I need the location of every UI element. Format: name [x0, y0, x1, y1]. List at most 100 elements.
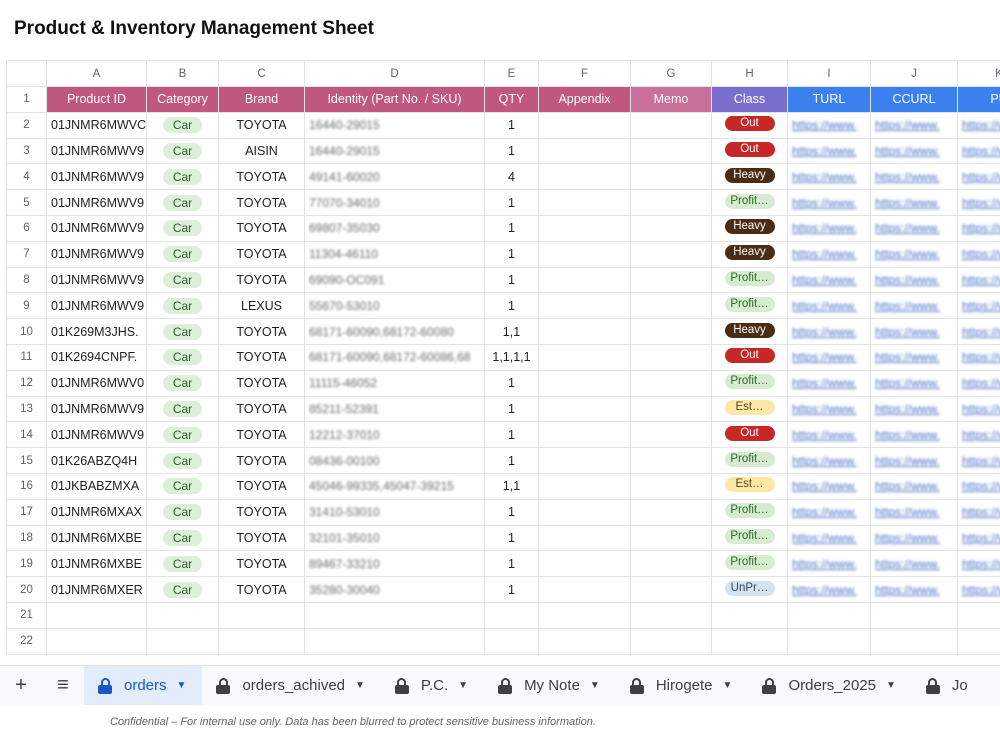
- category-cell[interactable]: Car: [146, 111, 219, 139]
- header-identity[interactable]: Identity (Part No. / SKU): [304, 86, 485, 113]
- row-number[interactable]: 5: [6, 189, 47, 216]
- table-row[interactable]: 8 01JNMR6MWV9 Car TOYOTA 69090-OC091 1 Profit……: [6, 266, 1000, 294]
- empty-cell[interactable]: [711, 601, 788, 629]
- category-cell[interactable]: Car: [146, 498, 219, 526]
- sku-cell[interactable]: 12212-37010: [304, 421, 485, 449]
- caret-down-icon[interactable]: ▼: [590, 680, 600, 691]
- empty-cell[interactable]: [146, 601, 219, 629]
- empty-cell[interactable]: [787, 601, 871, 629]
- memo-cell[interactable]: [630, 318, 712, 345]
- row-number[interactable]: 19: [6, 550, 47, 578]
- memo-cell[interactable]: [630, 111, 712, 139]
- purl-cell[interactable]: https://www.: [957, 240, 1000, 268]
- appendix-cell[interactable]: [538, 421, 631, 449]
- column-letter[interactable]: I: [787, 60, 871, 87]
- empty-cell[interactable]: [218, 601, 305, 629]
- qty-cell[interactable]: 1: [484, 524, 539, 552]
- product-id-cell[interactable]: 01JNMR6MWV9: [46, 292, 147, 320]
- ccurl-cell[interactable]: https://www.: [870, 163, 958, 191]
- row-number[interactable]: 8: [6, 266, 47, 294]
- qty-cell[interactable]: 1: [484, 189, 539, 216]
- product-id-cell[interactable]: 01JNMR6MWV9: [46, 189, 147, 216]
- category-cell[interactable]: Car: [146, 343, 219, 371]
- product-id-cell[interactable]: 01JNMR6MWV9: [46, 137, 147, 165]
- caret-down-icon[interactable]: ▼: [355, 680, 365, 691]
- empty-cell[interactable]: [484, 601, 539, 629]
- row-number[interactable]: 15: [6, 447, 47, 474]
- brand-cell[interactable]: LEXUS: [218, 292, 305, 320]
- class-cell[interactable]: Profit…: [711, 292, 788, 320]
- ccurl-cell[interactable]: https://www.: [870, 214, 958, 242]
- empty-cell[interactable]: [787, 627, 871, 655]
- row-number[interactable]: 14: [6, 421, 47, 449]
- turl-cell[interactable]: https://www.: [787, 318, 871, 345]
- row-number[interactable]: 13: [6, 395, 47, 423]
- column-letter[interactable]: F: [538, 60, 631, 87]
- column-letter[interactable]: K: [957, 60, 1000, 87]
- brand-cell[interactable]: TOYOTA: [218, 498, 305, 526]
- memo-cell[interactable]: [630, 395, 712, 423]
- appendix-cell[interactable]: [538, 163, 631, 191]
- empty-cell[interactable]: [484, 627, 539, 655]
- row-number[interactable]: 18: [6, 524, 47, 552]
- table-row[interactable]: 15 01K26ABZQ4H Car TOYOTA 08436-00100 1 Profit…: [6, 447, 1000, 474]
- empty-cell[interactable]: [146, 627, 219, 655]
- row-number[interactable]: 20: [6, 576, 47, 603]
- turl-cell[interactable]: https://www.: [787, 447, 871, 474]
- qty-cell[interactable]: 1,1: [484, 472, 539, 500]
- category-cell[interactable]: Car: [146, 472, 219, 500]
- memo-cell[interactable]: [630, 240, 712, 268]
- class-cell[interactable]: UnPr…: [711, 576, 788, 603]
- empty-cell[interactable]: [46, 627, 147, 655]
- header-brand[interactable]: Brand: [218, 86, 305, 113]
- empty-cell[interactable]: [304, 601, 485, 629]
- row-number[interactable]: 11: [6, 343, 47, 371]
- brand-cell[interactable]: TOYOTA: [218, 214, 305, 242]
- empty-cell[interactable]: [630, 601, 712, 629]
- product-id-cell[interactable]: 01JNMR6MWV9: [46, 240, 147, 268]
- table-row[interactable]: 16 01JKBABZMXA Car TOYOTA 45046-99335,45047-…: [6, 472, 1000, 500]
- sku-cell[interactable]: 35280-30040: [304, 576, 485, 603]
- data-table[interactable]: ABCDEFGHIJK1Product IDCategoryBrandIdent…: [6, 60, 1000, 655]
- header-class[interactable]: Class: [711, 86, 788, 113]
- appendix-cell[interactable]: [538, 524, 631, 552]
- table-row[interactable]: 7 01JNMR6MWV9 Car TOYOTA 11304-46110 1 Heavy ht…: [6, 240, 1000, 268]
- ccurl-cell[interactable]: https://www.: [870, 318, 958, 345]
- memo-cell[interactable]: [630, 137, 712, 165]
- purl-cell[interactable]: https://www.: [957, 369, 1000, 397]
- empty-cell[interactable]: [218, 627, 305, 655]
- brand-cell[interactable]: TOYOTA: [218, 343, 305, 371]
- purl-cell[interactable]: https://www.: [957, 576, 1000, 603]
- caret-down-icon[interactable]: ▼: [723, 680, 733, 691]
- sku-cell[interactable]: 11115-46052: [304, 369, 485, 397]
- caret-down-icon[interactable]: ▼: [458, 680, 468, 691]
- product-id-cell[interactable]: 01JNMR6MWV9: [46, 395, 147, 423]
- turl-cell[interactable]: https://www.: [787, 189, 871, 216]
- qty-cell[interactable]: 1,1: [484, 318, 539, 345]
- category-cell[interactable]: Car: [146, 576, 219, 603]
- class-cell[interactable]: Out: [711, 137, 788, 165]
- sku-cell[interactable]: 68171-60090,68172-60086,68: [304, 343, 485, 371]
- qty-cell[interactable]: 1: [484, 395, 539, 423]
- table-row[interactable]: 12 01JNMR6MWV0 Car TOYOTA 11115-46052 1 Profit…: [6, 369, 1000, 397]
- product-id-cell[interactable]: 01K2694CNPF.: [46, 343, 147, 371]
- memo-cell[interactable]: [630, 524, 712, 552]
- purl-cell[interactable]: https://www.: [957, 214, 1000, 242]
- brand-cell[interactable]: TOYOTA: [218, 395, 305, 423]
- table-row[interactable]: 18 01JNMR6MXBE Car TOYOTA 32101-35010 1 Profit…: [6, 524, 1000, 552]
- ccurl-cell[interactable]: https://www.: [870, 292, 958, 320]
- purl-cell[interactable]: https://www.: [957, 266, 1000, 294]
- sku-cell[interactable]: 08436-00100: [304, 447, 485, 474]
- sku-cell[interactable]: 69807-35030: [304, 214, 485, 242]
- row-number[interactable]: 17: [6, 498, 47, 526]
- empty-cell[interactable]: [46, 601, 147, 629]
- row-number[interactable]: 2: [6, 111, 47, 139]
- turl-cell[interactable]: https://www.: [787, 137, 871, 165]
- purl-cell[interactable]: https://www.: [957, 421, 1000, 449]
- table-row[interactable]: 13 01JNMR6MWV9 Car TOYOTA 85211-52391 1 Est… ht…: [6, 395, 1000, 423]
- class-cell[interactable]: Est…: [711, 395, 788, 423]
- category-cell[interactable]: Car: [146, 189, 219, 216]
- purl-cell[interactable]: https://www.: [957, 292, 1000, 320]
- header-category[interactable]: Category: [146, 86, 219, 113]
- qty-cell[interactable]: 1: [484, 137, 539, 165]
